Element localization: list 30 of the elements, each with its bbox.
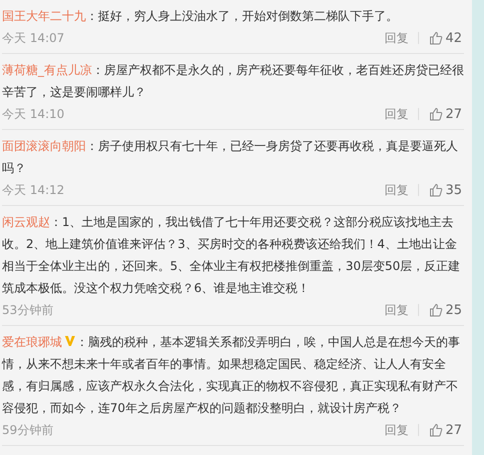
comment-time: 59分钟前 xyxy=(2,422,54,438)
reply-link[interactable]: 回复 xyxy=(384,30,408,46)
username-link[interactable]: 闲云观赵 xyxy=(2,215,50,229)
thumbs-up-icon[interactable] xyxy=(429,107,444,121)
comment-text: 爱在琅琊城 ：脑残的税种，基本逻辑关系都没弄明白，唉，中国人总是在想今天的事情，从来不想未来十年或者百年的事情。如果想稳定国民、稳定经济、让人人有安全感，有归属感，应该产权永久合法化，实现真正的物权不容侵犯，真正实现私有财产不容侵犯，而如今，连70年之后房屋产权的问题都没整明白，就设计房产税？ xyxy=(2,334,461,417)
comment-time: 今天 14:12 xyxy=(2,182,66,198)
like-count: 25 xyxy=(445,302,462,318)
username-link[interactable]: 爱在琅琊城 xyxy=(2,335,62,349)
thumbs-up-icon[interactable] xyxy=(429,183,444,197)
comment-text: 闲云观赵：1、土地是国家的，我出钱借了七十年用还要交税？这部分税应该找地主去收。2、地上建筑价值谁来评估？3、买房时交的各种税费该还给我们！4、土地出让金相当于全体业主出的，还回来。5、全体业主有权把楼推倒重盖，30层变50层，反正建筑成本极低。没这个权力凭啥交税？6、谁是地主谁交税！ xyxy=(2,214,462,297)
comment-time: 53分钟前 xyxy=(2,302,54,318)
like-count: 35 xyxy=(445,182,462,198)
like-count: 27 xyxy=(445,422,462,438)
comment-time: 今天 14:07 xyxy=(2,30,66,46)
reply-link[interactable]: 回复 xyxy=(384,106,408,122)
comment-text: 面团滚滚向朝阳：房子使用权只有七十年，已经一身房贷了还要再收税，真是要逼死人吗？ xyxy=(2,138,459,177)
thumbs-up-icon[interactable] xyxy=(429,423,444,437)
reply-link[interactable]: 回复 xyxy=(384,302,408,318)
username-link[interactable]: 薄荷糖_有点儿凉 xyxy=(2,63,92,77)
reply-link[interactable]: 回复 xyxy=(384,422,408,438)
like-count: 42 xyxy=(445,30,462,46)
reply-link[interactable]: 回复 xyxy=(384,182,408,198)
thumbs-up-icon[interactable] xyxy=(429,31,444,45)
like-count: 27 xyxy=(445,106,462,122)
comment-time: 今天 14:10 xyxy=(2,106,66,122)
comment-text: 薄荷糖_有点儿凉：房屋产权都不是永久的，房产税还要每年征收，老百姓还房贷已经很辛苦了，这是要闹哪样儿？ xyxy=(2,62,464,101)
thumbs-up-icon[interactable] xyxy=(429,303,444,317)
username-link[interactable]: 国王大年二十九 xyxy=(2,9,86,23)
username-link[interactable]: 面团滚滚向朝阳 xyxy=(2,139,86,153)
comment-text: 国王大年二十九：挺好，穷人身上没油水了，开始对倒数第二梯队下手了。 xyxy=(2,8,399,25)
